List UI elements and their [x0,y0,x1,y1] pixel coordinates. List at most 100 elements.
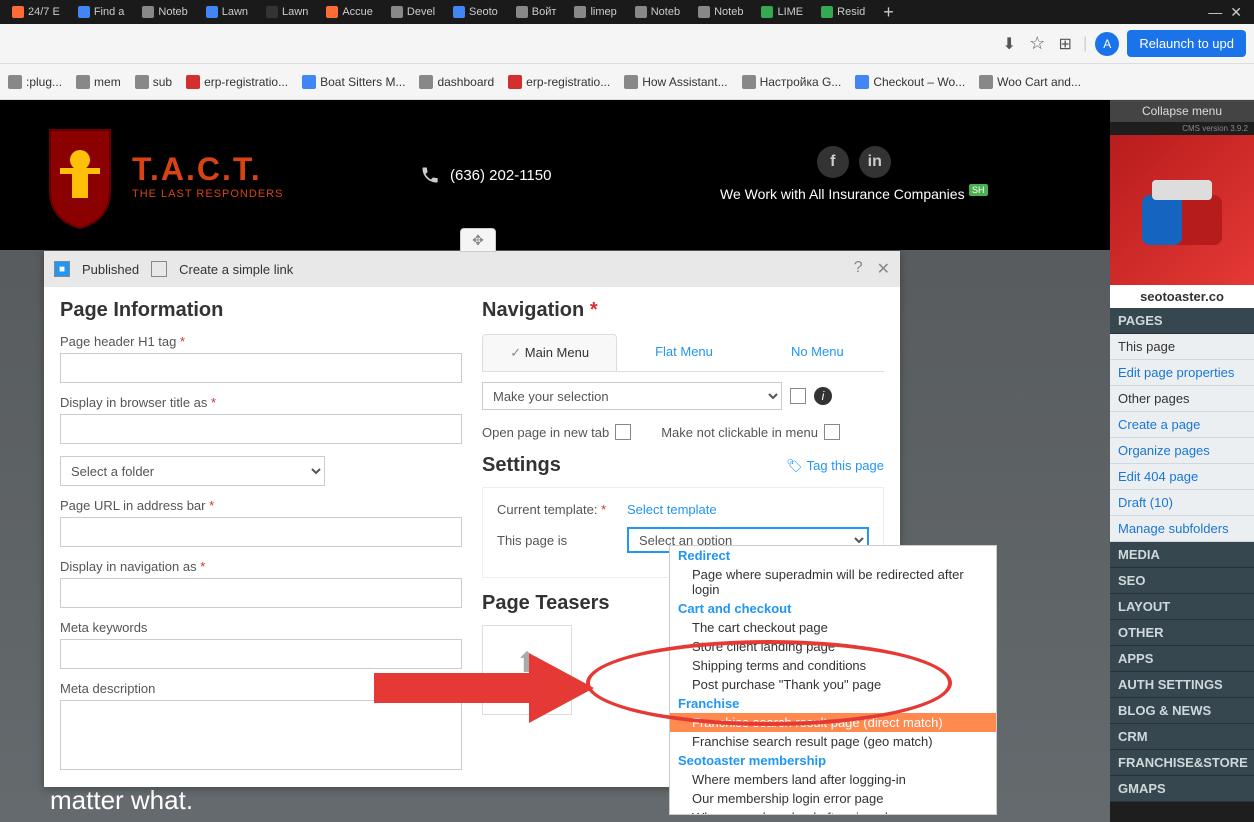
browser-tab[interactable]: Resid [813,2,873,22]
h1-input[interactable] [60,353,462,383]
nav-as-input[interactable] [60,578,462,608]
meta-desc-textarea[interactable] [60,700,462,770]
bookmark-item[interactable]: mem [76,75,121,89]
sidebar-section-auth[interactable]: AUTH SETTINGS [1110,672,1254,698]
dropdown-item[interactable]: Shipping terms and conditions [670,656,996,675]
sidebar-section-apps[interactable]: APPS [1110,646,1254,672]
create-link-checkbox[interactable] [151,261,167,277]
browser-tab[interactable]: Noteb [627,2,688,22]
bookmark-item[interactable]: Boat Sitters M... [302,75,405,89]
dropdown-item[interactable]: Franchise search result page (geo match) [670,732,996,751]
bookmark-item[interactable]: Настройка G... [742,75,842,89]
browser-toolbar: ⬇ | A Relaunch to upd [0,24,1254,64]
select-template-link[interactable]: Select template [627,502,717,517]
bookmark-item[interactable]: dashboard [419,75,494,89]
logo-subtitle: THE LAST RESPONDERS [132,188,283,200]
sidebar-section-media[interactable]: MEDIA [1110,542,1254,568]
new-tab-checkbox[interactable] [615,424,631,440]
nav-extra-checkbox[interactable] [790,388,806,404]
page-type-dropdown[interactable]: Redirect Page where superadmin will be r… [669,545,997,815]
browser-tab[interactable]: Accue [318,2,381,22]
linkedin-icon[interactable]: in [859,146,891,178]
sidebar-item-draft[interactable]: Draft (10) [1110,490,1254,516]
bookmark-item[interactable]: erp-registratio... [186,75,288,89]
install-icon[interactable]: ⬇ [999,34,1019,54]
dropdown-item[interactable]: Page where superadmin will be redirected… [670,565,996,599]
sidebar-item-create-page[interactable]: Create a page [1110,412,1254,438]
sidebar-item-edit-props[interactable]: Edit page properties [1110,360,1254,386]
close-icon[interactable]: ✕ [877,259,890,279]
dropdown-item[interactable]: Where members land after signed-up [670,808,996,815]
window-close-icon[interactable]: ✕ [1230,4,1242,21]
sh-badge: SH [969,184,988,196]
nav-tab-flat[interactable]: Flat Menu [617,334,750,371]
sidebar-section-layout[interactable]: LAYOUT [1110,594,1254,620]
dropdown-group: Cart and checkout [670,599,996,618]
meta-keywords-input[interactable] [60,639,462,669]
new-tab-button[interactable]: + [875,2,902,23]
dropdown-item[interactable]: Store client landing page [670,637,996,656]
browser-tab[interactable]: Lawn [198,2,256,22]
sidebar-item-subfolders[interactable]: Manage subfolders [1110,516,1254,542]
browser-tab[interactable]: Seoto [445,2,506,22]
help-icon[interactable]: ? [854,259,863,279]
browser-tab[interactable]: Devel [383,2,443,22]
bookmark-item[interactable]: How Assistant... [624,75,727,89]
sidebar-section-gmaps[interactable]: GMAPS [1110,776,1254,802]
browser-tab[interactable]: LIME [753,2,811,22]
navigation-title: Navigation * [482,299,884,322]
dropdown-item[interactable]: Post purchase "Thank you" page [670,675,996,694]
drag-handle-icon[interactable]: ✥ [460,228,496,252]
bookmark-star-icon[interactable] [1027,34,1047,54]
sidebar-section-crm[interactable]: CRM [1110,724,1254,750]
sidebar-item-this-page[interactable]: This page [1110,334,1254,360]
sidebar-section-seo[interactable]: SEO [1110,568,1254,594]
sidebar-item-edit-404[interactable]: Edit 404 page [1110,464,1254,490]
window-minimize-icon[interactable]: — [1208,4,1222,21]
sidebar-section-pages[interactable]: PAGES [1110,308,1254,334]
nav-tab-main[interactable]: Main Menu [482,334,617,371]
browser-tab[interactable]: Find a [70,2,133,22]
navigation-select[interactable]: Make your selection [482,382,782,410]
dropdown-item[interactable]: The cart checkout page [670,618,996,637]
browser-title-input[interactable] [60,414,462,444]
dropdown-item[interactable]: Where members land after logging-in [670,770,996,789]
bookmark-item[interactable]: Checkout – Wo... [855,75,965,89]
browser-tab[interactable]: Noteb [134,2,195,22]
browser-tab[interactable]: limep [566,2,624,22]
bookmark-item[interactable]: Woo Cart and... [979,75,1081,89]
insurance-text: We Work with All Insurance Companies [720,186,965,202]
page-url-input[interactable] [60,517,462,547]
upload-teaser-box[interactable]: ⬆ d an [482,625,572,715]
settings-title: Settings [482,454,561,477]
bookmark-item[interactable]: sub [135,75,172,89]
admin-sidebar: Collapse menu CMS version 3.9.2 seotoast… [1110,100,1254,822]
folder-select[interactable]: Select a folder [60,456,325,486]
sidebar-section-other[interactable]: OTHER [1110,620,1254,646]
browser-tab[interactable]: Noteb [690,2,751,22]
this-page-is-label: This page is [497,533,627,548]
published-checkbox[interactable] [54,261,70,277]
collapse-menu-button[interactable]: Collapse menu [1110,100,1254,122]
extensions-icon[interactable] [1055,34,1075,54]
sidebar-item-other-pages[interactable]: Other pages [1110,386,1254,412]
toaster-logo-image [1110,135,1254,285]
browser-tab[interactable]: Lawn [258,2,316,22]
tag-page-link[interactable]: 🏷Tag this page [786,458,884,474]
not-clickable-checkbox[interactable] [824,424,840,440]
sidebar-item-organize[interactable]: Organize pages [1110,438,1254,464]
dropdown-item-highlighted[interactable]: Franchise search result page (direct mat… [670,713,996,732]
profile-avatar[interactable]: A [1095,32,1119,56]
nav-tab-none[interactable]: No Menu [751,334,884,371]
dropdown-item[interactable]: Our membership login error page [670,789,996,808]
browser-tab[interactable]: 24/7 E [4,2,68,22]
bookmark-item[interactable]: :plug... [8,75,62,89]
sidebar-section-franchise[interactable]: FRANCHISE&STORE [1110,750,1254,776]
facebook-icon[interactable]: f [817,146,849,178]
relaunch-button[interactable]: Relaunch to upd [1127,30,1246,57]
browser-tab[interactable]: Войт [508,2,565,22]
bookmark-item[interactable]: erp-registratio... [508,75,610,89]
info-icon[interactable]: i [814,387,832,405]
dropdown-group: Redirect [670,546,996,565]
sidebar-section-blog[interactable]: BLOG & NEWS [1110,698,1254,724]
